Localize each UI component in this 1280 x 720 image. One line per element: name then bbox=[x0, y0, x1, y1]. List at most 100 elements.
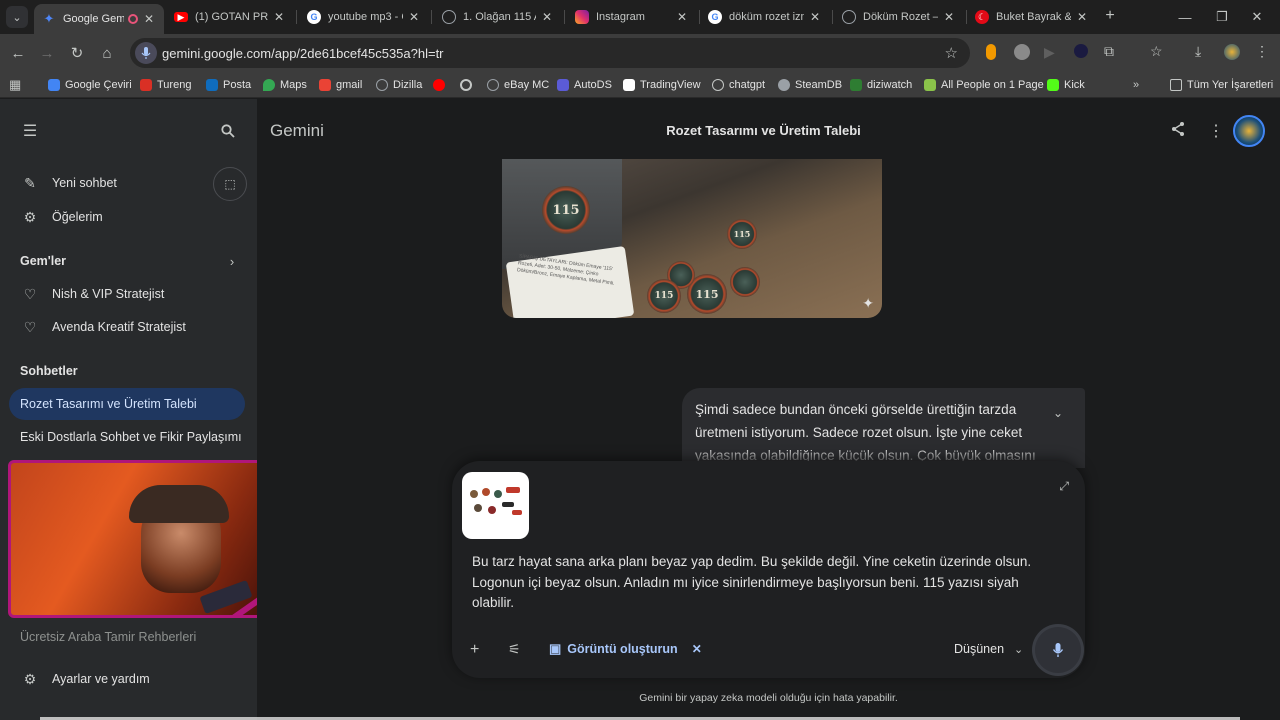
bookmark-label: TradingView bbox=[640, 79, 701, 91]
microphone-button[interactable] bbox=[1035, 627, 1081, 673]
chat-item-eski-dostlar[interactable]: Eski Dostlarla Sohbet ve Fikir Paylaşımı bbox=[20, 430, 242, 444]
tab-close-icon[interactable]: ✕ bbox=[942, 10, 956, 24]
bookmark-dizilla[interactable]: Dizilla bbox=[376, 76, 422, 94]
recording-indicator-icon bbox=[128, 14, 138, 24]
bookmark-autods[interactable]: AutoDS bbox=[557, 76, 612, 94]
main-menu-icon[interactable]: ☰ bbox=[18, 119, 42, 143]
settings-help-button[interactable]: ⚙ Ayarlar ve yardım bbox=[20, 669, 150, 689]
instagram-favicon-icon bbox=[575, 10, 589, 24]
address-bar[interactable]: gemini.google.com/app/2de61bcef45c535a?h… bbox=[130, 38, 970, 68]
tab-close-icon[interactable]: ✕ bbox=[407, 10, 421, 24]
gems-header[interactable]: Gem'ler bbox=[20, 254, 66, 268]
back-button[interactable]: ← bbox=[7, 42, 29, 64]
library-icon: ⚙ bbox=[23, 208, 37, 225]
prompt-input[interactable]: Bu tarz hayat sana arka planı beyaz yap … bbox=[472, 552, 1042, 614]
browser-menu-icon[interactable]: ⋮ bbox=[1255, 43, 1271, 59]
forward-button[interactable]: → bbox=[36, 42, 58, 64]
profile-avatar[interactable] bbox=[1224, 44, 1240, 60]
bookmark-kick[interactable]: Kick bbox=[1047, 76, 1085, 94]
gem-item-avenda[interactable]: ♡ Avenda Kreatif Stratejist bbox=[20, 317, 186, 337]
chat-item-rozet[interactable]: Rozet Tasarımı ve Üretim Talebi bbox=[9, 388, 245, 420]
tab-google-gemini[interactable]: ✦ Google Gemini ✕ bbox=[34, 4, 164, 34]
downloads-icon[interactable]: ⤓ bbox=[1195, 43, 1211, 59]
bookmark-diziwatch[interactable]: diziwatch bbox=[850, 76, 912, 94]
tab-buket-bayrak[interactable]: ☾ Buket Bayrak & Rozet ✕ bbox=[967, 4, 1097, 30]
site-info-icon[interactable] bbox=[135, 42, 157, 64]
user-avatar[interactable] bbox=[1233, 115, 1265, 147]
bookmarks-overflow-icon[interactable]: » bbox=[1133, 76, 1139, 94]
more-options-icon[interactable]: ⋮ bbox=[1208, 121, 1224, 141]
chevron-right-icon[interactable]: › bbox=[222, 251, 242, 271]
bookmarks-menu-icon[interactable]: ☆ bbox=[1150, 43, 1166, 59]
bookmark-chatgpt[interactable]: chatgpt bbox=[712, 76, 765, 94]
bookmark-steamdb[interactable]: SteamDB bbox=[778, 76, 842, 94]
bookmark-unnamed[interactable] bbox=[460, 76, 477, 94]
bookmark-label: Kick bbox=[1064, 79, 1085, 91]
chat-item-araba-tamir[interactable]: Ücretsiz Araba Tamir Rehberleri bbox=[20, 630, 196, 644]
bookmark-google-ceviri[interactable]: Google Çeviri bbox=[48, 76, 132, 94]
extension-icon[interactable] bbox=[986, 44, 996, 60]
chat-title: Rozet Tasarımı ve Üretim Talebi bbox=[666, 123, 861, 138]
bookmark-all-people[interactable]: All People on 1 Page bbox=[924, 76, 1044, 94]
bookmark-gmail[interactable]: gmail bbox=[319, 76, 362, 94]
bookmark-tradingview[interactable]: TradingView bbox=[623, 76, 701, 94]
extensions-puzzle-icon[interactable]: ⧉ bbox=[1104, 43, 1120, 59]
apps-grid-icon[interactable]: ▦ bbox=[9, 76, 21, 94]
new-tab-button[interactable]: + bbox=[1100, 6, 1120, 26]
bookmark-posta[interactable]: Posta bbox=[206, 76, 251, 94]
home-button[interactable]: ⌂ bbox=[96, 42, 118, 64]
expand-message-chevron-icon[interactable]: ⌄ bbox=[1053, 406, 1063, 420]
bookmark-maps[interactable]: Maps bbox=[263, 76, 307, 94]
bookmark-label: Maps bbox=[280, 79, 307, 91]
model-mode-selector[interactable]: Düşünen ⌄ bbox=[954, 642, 1023, 656]
add-attachment-icon[interactable]: + bbox=[470, 641, 479, 659]
tab-close-icon[interactable]: ✕ bbox=[808, 10, 822, 24]
steamdb-favicon-icon bbox=[778, 79, 790, 91]
gear-icon: ⚙ bbox=[23, 670, 37, 687]
generated-image[interactable]: 115 115 115 115 SİPARİŞ DETAYLARI: Döküm… bbox=[502, 159, 882, 318]
bookmark-star-icon[interactable]: ☆ bbox=[945, 44, 958, 62]
share-icon[interactable] bbox=[1170, 121, 1186, 142]
tab-search-chevron-icon[interactable]: ⌄ bbox=[6, 6, 28, 28]
tab-instagram[interactable]: Instagram ✕ bbox=[567, 4, 697, 30]
bookmark-label: diziwatch bbox=[867, 79, 913, 91]
search-icon[interactable] bbox=[216, 119, 240, 143]
bookmark-youtube[interactable] bbox=[433, 76, 450, 94]
remove-tool-icon[interactable]: ✕ bbox=[692, 642, 702, 656]
translate-favicon-icon bbox=[48, 79, 60, 91]
extension-icon[interactable] bbox=[1014, 44, 1030, 60]
tab-dokum-rozet-izmir[interactable]: G döküm rozet izmir ✕ bbox=[700, 4, 830, 30]
new-chat-label: Yeni sohbet bbox=[52, 176, 117, 190]
globe-favicon-icon bbox=[842, 10, 856, 24]
tab-close-icon[interactable]: ✕ bbox=[142, 12, 156, 26]
attached-image-thumbnail[interactable] bbox=[462, 472, 529, 539]
gem-item-nish-vip[interactable]: ♡ Nish & VIP Stratejist bbox=[20, 284, 165, 304]
extension-icon[interactable]: ▶ bbox=[1044, 44, 1060, 60]
temporary-chat-icon[interactable]: ⬚ bbox=[213, 167, 247, 201]
expand-composer-icon[interactable]: ⤢ bbox=[1059, 479, 1069, 494]
tab-youtube-mp3[interactable]: G youtube mp3 - Google ✕ bbox=[299, 4, 429, 30]
badge-in-hand: 115 bbox=[727, 219, 757, 249]
all-bookmarks-folder[interactable]: Tüm Yer İşaretleri bbox=[1170, 76, 1273, 94]
new-chat-button[interactable]: ✎ Yeni sohbet bbox=[20, 173, 117, 193]
my-items-button[interactable]: ⚙ Öğelerim bbox=[20, 207, 103, 227]
order-note-paper: SİPARİŞ DETAYLARI: Döküm Emaye '115' Roz… bbox=[505, 245, 635, 318]
bookmark-ebay-mc[interactable]: eBay MC bbox=[487, 76, 549, 94]
globe-favicon-icon bbox=[442, 10, 456, 24]
badge-on-table: 115 bbox=[647, 279, 681, 313]
bookmark-tureng[interactable]: Tureng bbox=[140, 76, 191, 94]
image-generation-chip[interactable]: ▣ Görüntü oluşturun ✕ bbox=[549, 641, 702, 657]
prompt-composer[interactable]: ⤢ Bu tarz hayat sana arka planı beyaz ya… bbox=[452, 461, 1085, 678]
bookmark-label: Dizilla bbox=[393, 79, 423, 91]
tab-close-icon[interactable]: ✕ bbox=[272, 10, 286, 24]
tab-close-icon[interactable]: ✕ bbox=[1075, 10, 1089, 24]
tab-dokum-rozet[interactable]: Döküm Rozet – İzmir ✕ bbox=[834, 4, 964, 30]
tab-gotan-project[interactable]: ▶ (1) GOTAN PROJECT ✕ bbox=[166, 4, 294, 30]
tab-olagan-115[interactable]: 1. Olağan 115 Anma ✕ bbox=[434, 4, 562, 30]
reload-button[interactable]: ↻ bbox=[66, 42, 88, 64]
extension-icon[interactable] bbox=[1074, 44, 1088, 58]
tab-close-icon[interactable]: ✕ bbox=[540, 10, 554, 24]
tab-close-icon[interactable]: ✕ bbox=[675, 10, 689, 24]
tools-sliders-icon[interactable]: ⚟ bbox=[508, 641, 521, 658]
close-window-button[interactable]: ✕ bbox=[1234, 0, 1280, 34]
